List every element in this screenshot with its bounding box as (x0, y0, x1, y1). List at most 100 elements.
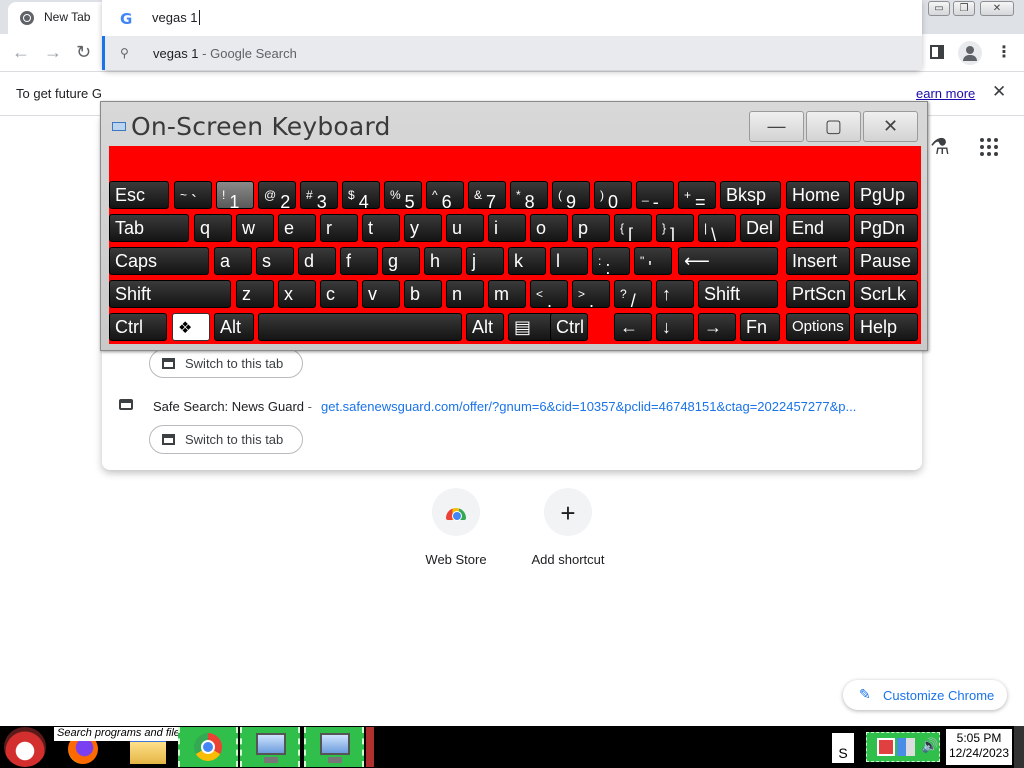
info-bar-close-icon[interactable]: ✕ (992, 82, 1006, 102)
side-panel-icon[interactable] (930, 45, 944, 59)
key-j[interactable]: j (466, 247, 504, 275)
action-center-flag-icon[interactable] (897, 738, 915, 756)
key-v[interactable]: v (362, 280, 400, 308)
key-\[interactable]: | \ (698, 214, 736, 242)
suggestion-google-search[interactable]: ⚲ vegas 1 - Google Search (102, 36, 922, 70)
key-⟵[interactable]: ⟵ (678, 247, 778, 275)
learn-more-link[interactable]: earn more (916, 86, 975, 101)
key-del[interactable]: Del (740, 214, 780, 242)
key-;[interactable]: :; (592, 247, 630, 275)
key-2[interactable]: @2 (258, 181, 296, 209)
tray-item[interactable]: S (832, 733, 854, 763)
key-t[interactable]: t (362, 214, 400, 242)
key-f[interactable]: f (340, 247, 378, 275)
key-←[interactable]: ← (614, 313, 652, 341)
key-ctrl[interactable]: Ctrl (550, 313, 588, 341)
key-help[interactable]: Help (854, 313, 918, 341)
key-g[interactable]: g (382, 247, 420, 275)
key-tab[interactable]: Tab (109, 214, 189, 242)
switch-to-tab-button[interactable]: Switch to this tab (149, 349, 303, 378)
key-5[interactable]: % 5 (384, 181, 422, 209)
key-↓[interactable]: ↓ (656, 313, 694, 341)
key-h[interactable]: h (424, 247, 462, 275)
key-insert[interactable]: Insert (786, 247, 850, 275)
key-l[interactable]: l (550, 247, 588, 275)
key-8[interactable]: * 8 (510, 181, 548, 209)
chrome-labs-icon[interactable]: ⚗ (930, 134, 950, 160)
key-scrlk[interactable]: ScrLk (854, 280, 918, 308)
omnibox[interactable]: G vegas 1 ⚲ vegas 1 - Google Search (102, 0, 922, 70)
key-7[interactable]: & 7 (468, 181, 506, 209)
key-d[interactable]: d (298, 247, 336, 275)
taskbar-app-button[interactable] (304, 727, 374, 767)
window-close-button[interactable]: ✕ (980, 1, 1014, 16)
key-end[interactable]: End (786, 214, 850, 242)
key-r[interactable]: r (320, 214, 358, 242)
key-4[interactable]: $4 (342, 181, 380, 209)
key-esc[interactable]: Esc (109, 181, 169, 209)
key-x[interactable]: x (278, 280, 316, 308)
key-alt[interactable]: Alt (214, 313, 254, 341)
key-shift[interactable]: Shift (109, 280, 231, 308)
key-shift[interactable]: Shift (698, 280, 778, 308)
key-p[interactable]: p (572, 214, 610, 242)
key-.[interactable]: >. (572, 280, 610, 308)
key-bksp[interactable]: Bksp (720, 181, 781, 209)
key-][interactable]: }] (656, 214, 694, 242)
key-k[interactable]: k (508, 247, 546, 275)
key-→[interactable]: → (698, 313, 736, 341)
shortcut-add[interactable]: + Add shortcut (513, 486, 623, 576)
key-caps[interactable]: Caps (109, 247, 209, 275)
key-options[interactable]: Options (786, 313, 850, 341)
taskbar-clock[interactable]: 5:05 PM 12/24/2023 (946, 729, 1012, 765)
key-6[interactable]: ^ 6 (426, 181, 464, 209)
suggestion-news-guard-url[interactable]: get.safenewsguard.com/offer/?gnum=6&cid=… (321, 399, 911, 414)
key-ctrl[interactable]: Ctrl (109, 313, 167, 341)
start-button[interactable] (4, 727, 46, 767)
key-m[interactable]: m (488, 280, 526, 308)
forward-arrow-icon[interactable]: → (44, 42, 62, 63)
taskbar-app-button[interactable] (240, 727, 300, 767)
key-1[interactable]: ! 1 (216, 181, 254, 209)
chrome-taskbar-button[interactable] (178, 727, 238, 767)
key-[[interactable]: {[ (614, 214, 652, 242)
file-explorer-taskbar-icon[interactable] (130, 738, 166, 764)
customize-chrome-button[interactable]: ✎ Customize Chrome (843, 680, 1007, 710)
key-q[interactable]: q (194, 214, 232, 242)
reload-icon[interactable]: ↻ (76, 42, 91, 63)
key-=[interactable]: + = (678, 181, 716, 209)
key--[interactable]: _ - (636, 181, 674, 209)
key-3[interactable]: #3 (300, 181, 338, 209)
key-alt[interactable]: Alt (466, 313, 504, 341)
shortcut-web-store[interactable]: Web Store (401, 486, 511, 576)
network-icon[interactable] (877, 738, 895, 756)
key-pause[interactable]: Pause (854, 247, 918, 275)
key-0[interactable]: ) 0 (594, 181, 632, 209)
osk-close-button[interactable]: ✕ (863, 111, 918, 142)
back-arrow-icon[interactable]: ← (12, 42, 30, 63)
key-/[interactable]: ? / (614, 280, 652, 308)
key-fn[interactable]: Fn (740, 313, 780, 341)
key-i[interactable]: i (488, 214, 526, 242)
key-y[interactable]: y (404, 214, 442, 242)
windows-key[interactable]: ❖ (172, 313, 210, 341)
key-pgup[interactable]: PgUp (854, 181, 918, 209)
omnibox-input[interactable]: vegas 1 (152, 10, 200, 25)
suggestion-news-guard-title[interactable]: Safe Search: News Guard - (153, 399, 312, 414)
key-a[interactable]: a (214, 247, 252, 275)
switch-to-tab-button[interactable]: Switch to this tab (149, 425, 303, 454)
key-s[interactable]: s (256, 247, 294, 275)
key-z[interactable]: z (236, 280, 274, 308)
chrome-menu-icon[interactable]: ⋮ (996, 42, 1012, 62)
volume-icon[interactable]: 🔊 (921, 737, 938, 754)
osk-minimize-button[interactable]: — (749, 111, 804, 142)
google-apps-icon[interactable] (980, 138, 1000, 158)
osk-maximize-button[interactable]: ▢ (806, 111, 861, 142)
key-home[interactable]: Home (786, 181, 850, 209)
key-c[interactable]: c (320, 280, 358, 308)
window-restore-button[interactable]: ❐ (953, 1, 975, 16)
key-e[interactable]: e (278, 214, 316, 242)
profile-avatar-icon[interactable] (958, 41, 982, 65)
key-9[interactable]: (9 (552, 181, 590, 209)
start-search-input[interactable]: Search programs and files (54, 727, 184, 741)
